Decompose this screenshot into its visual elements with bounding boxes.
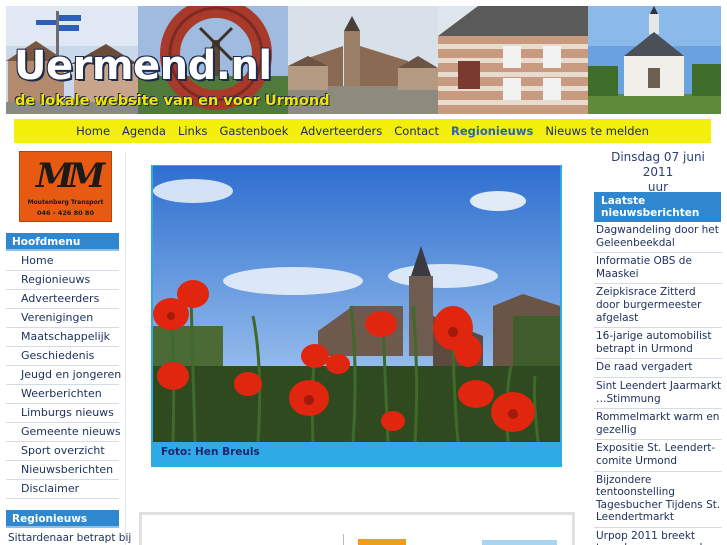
news-item[interactable]: 16-jarige automobilist betrapt in Urmond	[594, 328, 722, 360]
news-item[interactable]: Expositie St. Leendert-comite Urmond	[594, 440, 722, 472]
nav-links[interactable]: Links	[172, 124, 214, 138]
menu-item-sport-overzicht[interactable]: Sport overzicht	[6, 442, 119, 461]
date-line: Dinsdag 07 juni 2011	[611, 150, 705, 179]
news-item[interactable]: Sint Leendert Jaarmarkt …Stimmung	[594, 378, 722, 410]
content-divider	[343, 534, 344, 545]
header-banner: Uermend.nl de lokale website van en voor…	[6, 6, 721, 114]
menu-item-geschiedenis[interactable]: Geschiedenis	[6, 347, 119, 366]
menu-item-jeugd-en-jongeren[interactable]: Jeugd en jongeren	[6, 366, 121, 385]
content-banner-graphic-blue	[482, 540, 557, 545]
sponsor-banner[interactable]: MM Moutenberg Transport 046 - 426 80 80	[19, 151, 112, 222]
menu-item-weerberichten[interactable]: Weerberichten	[6, 385, 119, 404]
menu-item-regionieuws[interactable]: Regionieuws	[6, 271, 119, 290]
site-tagline: de lokale website van en voor Urmond	[15, 93, 330, 109]
news-item[interactable]: Informatie OBS de Maaskei	[594, 253, 722, 285]
menu-item-maatschappelijk[interactable]: Maatschappelijk	[6, 328, 119, 347]
banner-photo-chapel	[588, 6, 721, 114]
menu-item-adverteerders[interactable]: Adverteerders	[6, 290, 119, 309]
menu-item-home[interactable]: Home	[6, 252, 119, 271]
site-logo[interactable]: Uermend.nl	[14, 46, 272, 86]
latest-news-heading: Laatste nieuwsberichten	[594, 192, 721, 222]
nav-gastenboek[interactable]: Gastenboek	[213, 124, 294, 138]
menu-item-gemeente-nieuws[interactable]: Gemeente nieuws	[6, 423, 121, 442]
photo-caption: Foto: Hen Breuls	[161, 446, 260, 458]
content-banner-graphic	[358, 539, 406, 545]
hoofdmenu-heading: Hoofdmenu	[6, 233, 119, 251]
hoofdmenu-list: Home Regionieuws Adverteerders Verenigin…	[6, 252, 121, 499]
menu-item-verenigingen[interactable]: Verenigingen	[6, 309, 119, 328]
nav-home[interactable]: Home	[70, 124, 116, 138]
news-item[interactable]: Urpop 2011 breekt toeschouwersrecord	[594, 528, 722, 545]
regionieuws-item[interactable]: Sittardenaar betrapt bij	[8, 532, 131, 544]
featured-photo[interactable]	[153, 166, 560, 442]
menu-item-disclaimer[interactable]: Disclaimer	[6, 480, 119, 499]
regionieuws-heading: Regionieuws	[6, 510, 119, 528]
menu-item-nieuwsberichten[interactable]: Nieuwsberichten	[6, 461, 119, 480]
news-item[interactable]: Dagwandeling door het Geleenbeekdal	[594, 222, 722, 254]
column-divider	[125, 151, 126, 545]
current-date: Dinsdag 07 juni 2011 uur	[596, 150, 720, 195]
news-item[interactable]: Zeipkisrace Zitterd door burgermeester a…	[594, 284, 722, 329]
sponsor-logo-mark: MM	[36, 156, 105, 196]
nav-adverteerders[interactable]: Adverteerders	[294, 124, 388, 138]
featured-photo-frame: Foto: Hen Breuls	[151, 165, 562, 467]
sponsor-phone: 046 - 426 80 80	[37, 209, 94, 217]
nav-regionieuws[interactable]: Regionieuws	[445, 124, 539, 138]
latest-news-list: Dagwandeling door het Geleenbeekdal Info…	[594, 222, 722, 545]
nav-contact[interactable]: Contact	[388, 124, 445, 138]
sponsor-name: Moutenberg Transport	[27, 199, 104, 206]
menu-item-limburgs-nieuws[interactable]: Limburgs nieuws	[6, 404, 119, 423]
news-item[interactable]: Rommelmarkt warm en gezellig	[594, 409, 722, 441]
news-item[interactable]: Bijzondere tentoonstelling Tagesbucher T…	[594, 472, 722, 528]
banner-photo-house	[438, 6, 588, 114]
news-item[interactable]: De raad vergadert	[594, 359, 722, 378]
nav-nieuws-te-melden[interactable]: Nieuws te melden	[539, 124, 655, 138]
top-navigation: Home Agenda Links Gastenboek Adverteerde…	[14, 119, 711, 143]
nav-agenda[interactable]: Agenda	[116, 124, 172, 138]
